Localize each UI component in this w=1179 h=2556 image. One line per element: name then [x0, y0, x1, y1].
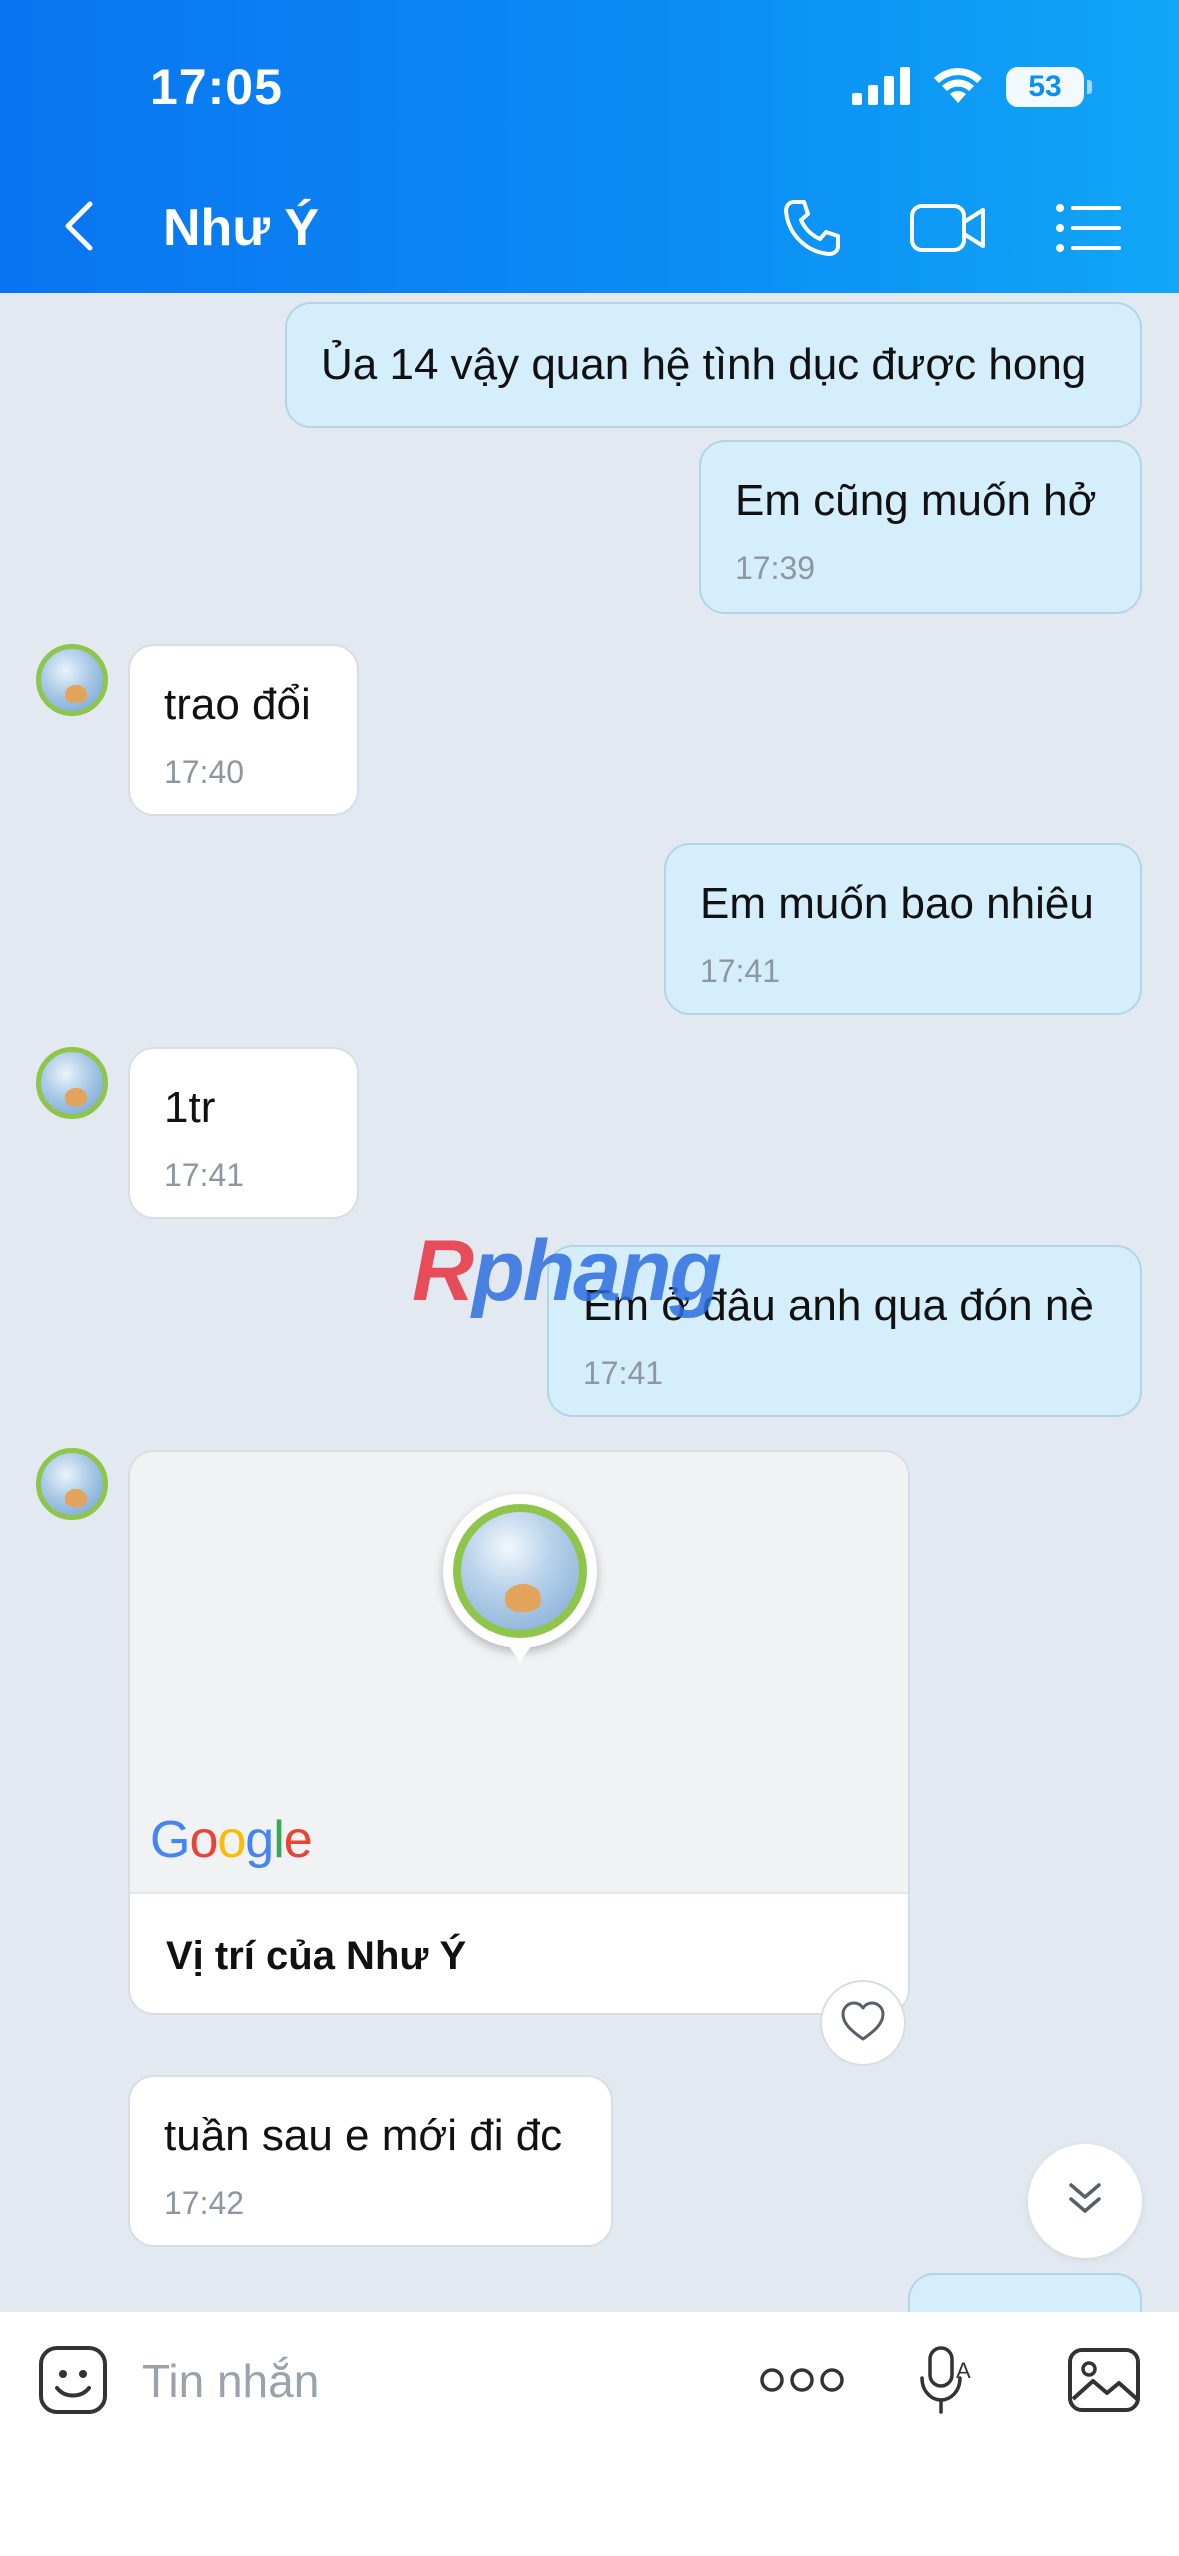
menu-list-icon [1055, 203, 1121, 258]
image-icon [1067, 2347, 1141, 2418]
back-arrow-icon [58, 198, 98, 259]
watermark-logo: Rphang [412, 1222, 722, 1321]
battery-indicator: 53 [1006, 67, 1092, 107]
message-time: 17:41 [164, 1157, 245, 1193]
wifi-icon [932, 65, 984, 110]
message-time: 17:41 [583, 1355, 664, 1391]
message-time: 17:39 [735, 550, 816, 586]
signal-icon [852, 65, 910, 110]
double-chevron-down-icon [1065, 2179, 1105, 2224]
scroll-to-bottom-button[interactable] [1028, 2144, 1142, 2258]
watermark-first: R [412, 1223, 474, 1319]
message-text: Em muốn bao nhiêu [700, 879, 1094, 928]
location-map[interactable]: Google [130, 1452, 908, 1892]
status-icons: 53 [852, 62, 1092, 112]
message-input-bar: Tin nhắn A [0, 2312, 1179, 2556]
watermark-rest: phang [472, 1223, 722, 1319]
message-incoming[interactable]: tuần sau e mới đi đc 17:42 [128, 2075, 613, 2247]
status-time: 17:05 [150, 59, 283, 115]
pin-tail [506, 1642, 534, 1662]
location-title: Vị trí của Như Ý [166, 1934, 467, 1978]
message-time: 17:41 [700, 953, 781, 989]
message-text: Ủa 14 vậy quan hệ tình dục được hong [321, 340, 1087, 389]
message-input[interactable]: Tin nhắn [142, 2354, 319, 2408]
message-outgoing[interactable]: Em cũng muốn hở 17:39 [699, 440, 1142, 614]
message-text: Em cũng muốn hở [735, 476, 1097, 525]
google-logo: Google [150, 1811, 313, 1869]
more-icon [760, 2365, 844, 2400]
video-call-button[interactable] [908, 190, 988, 270]
message-outgoing[interactable]: Ủa 14 vậy quan hệ tình dục được hong [285, 302, 1142, 428]
back-button[interactable] [58, 188, 118, 268]
sticker-icon [37, 2344, 109, 2421]
location-card[interactable]: Google Vị trí của Như Ý [128, 1450, 910, 2015]
menu-button[interactable] [1048, 190, 1128, 270]
pin-avatar [453, 1504, 587, 1638]
more-button[interactable] [760, 2342, 844, 2422]
sticker-button[interactable] [33, 2342, 113, 2422]
location-title-bar: Vị trí của Như Ý [130, 1892, 908, 2013]
image-button[interactable] [1064, 2342, 1144, 2422]
message-incoming[interactable]: 1tr 17:41 [128, 1047, 359, 1219]
voice-to-text-button[interactable]: A [906, 2342, 986, 2422]
message-text: tuần sau e mới đi đc [164, 2111, 563, 2160]
avatar[interactable] [36, 644, 108, 716]
message-time: 17:42 [164, 2185, 245, 2221]
message-incoming[interactable]: trao đổi 17:40 [128, 644, 359, 816]
message-text: trao đổi [164, 680, 311, 729]
chat-header: 17:05 53 Như Ý [0, 0, 1179, 293]
heart-icon [840, 2000, 886, 2047]
svg-text:A: A [956, 2358, 971, 2383]
location-pin [443, 1494, 597, 1648]
message-outgoing[interactable]: Em muốn bao nhiêu 17:41 [664, 843, 1142, 1015]
message-time: 17:40 [164, 754, 245, 790]
avatar[interactable] [36, 1448, 108, 1520]
contact-name[interactable]: Như Ý [163, 198, 319, 258]
voice-text-icon: A [916, 2344, 976, 2421]
call-button[interactable] [772, 190, 852, 270]
avatar[interactable] [36, 1047, 108, 1119]
react-button[interactable] [820, 1980, 906, 2066]
video-call-icon [909, 200, 987, 261]
message-text: 1tr [164, 1083, 216, 1132]
phone-icon [780, 196, 844, 265]
